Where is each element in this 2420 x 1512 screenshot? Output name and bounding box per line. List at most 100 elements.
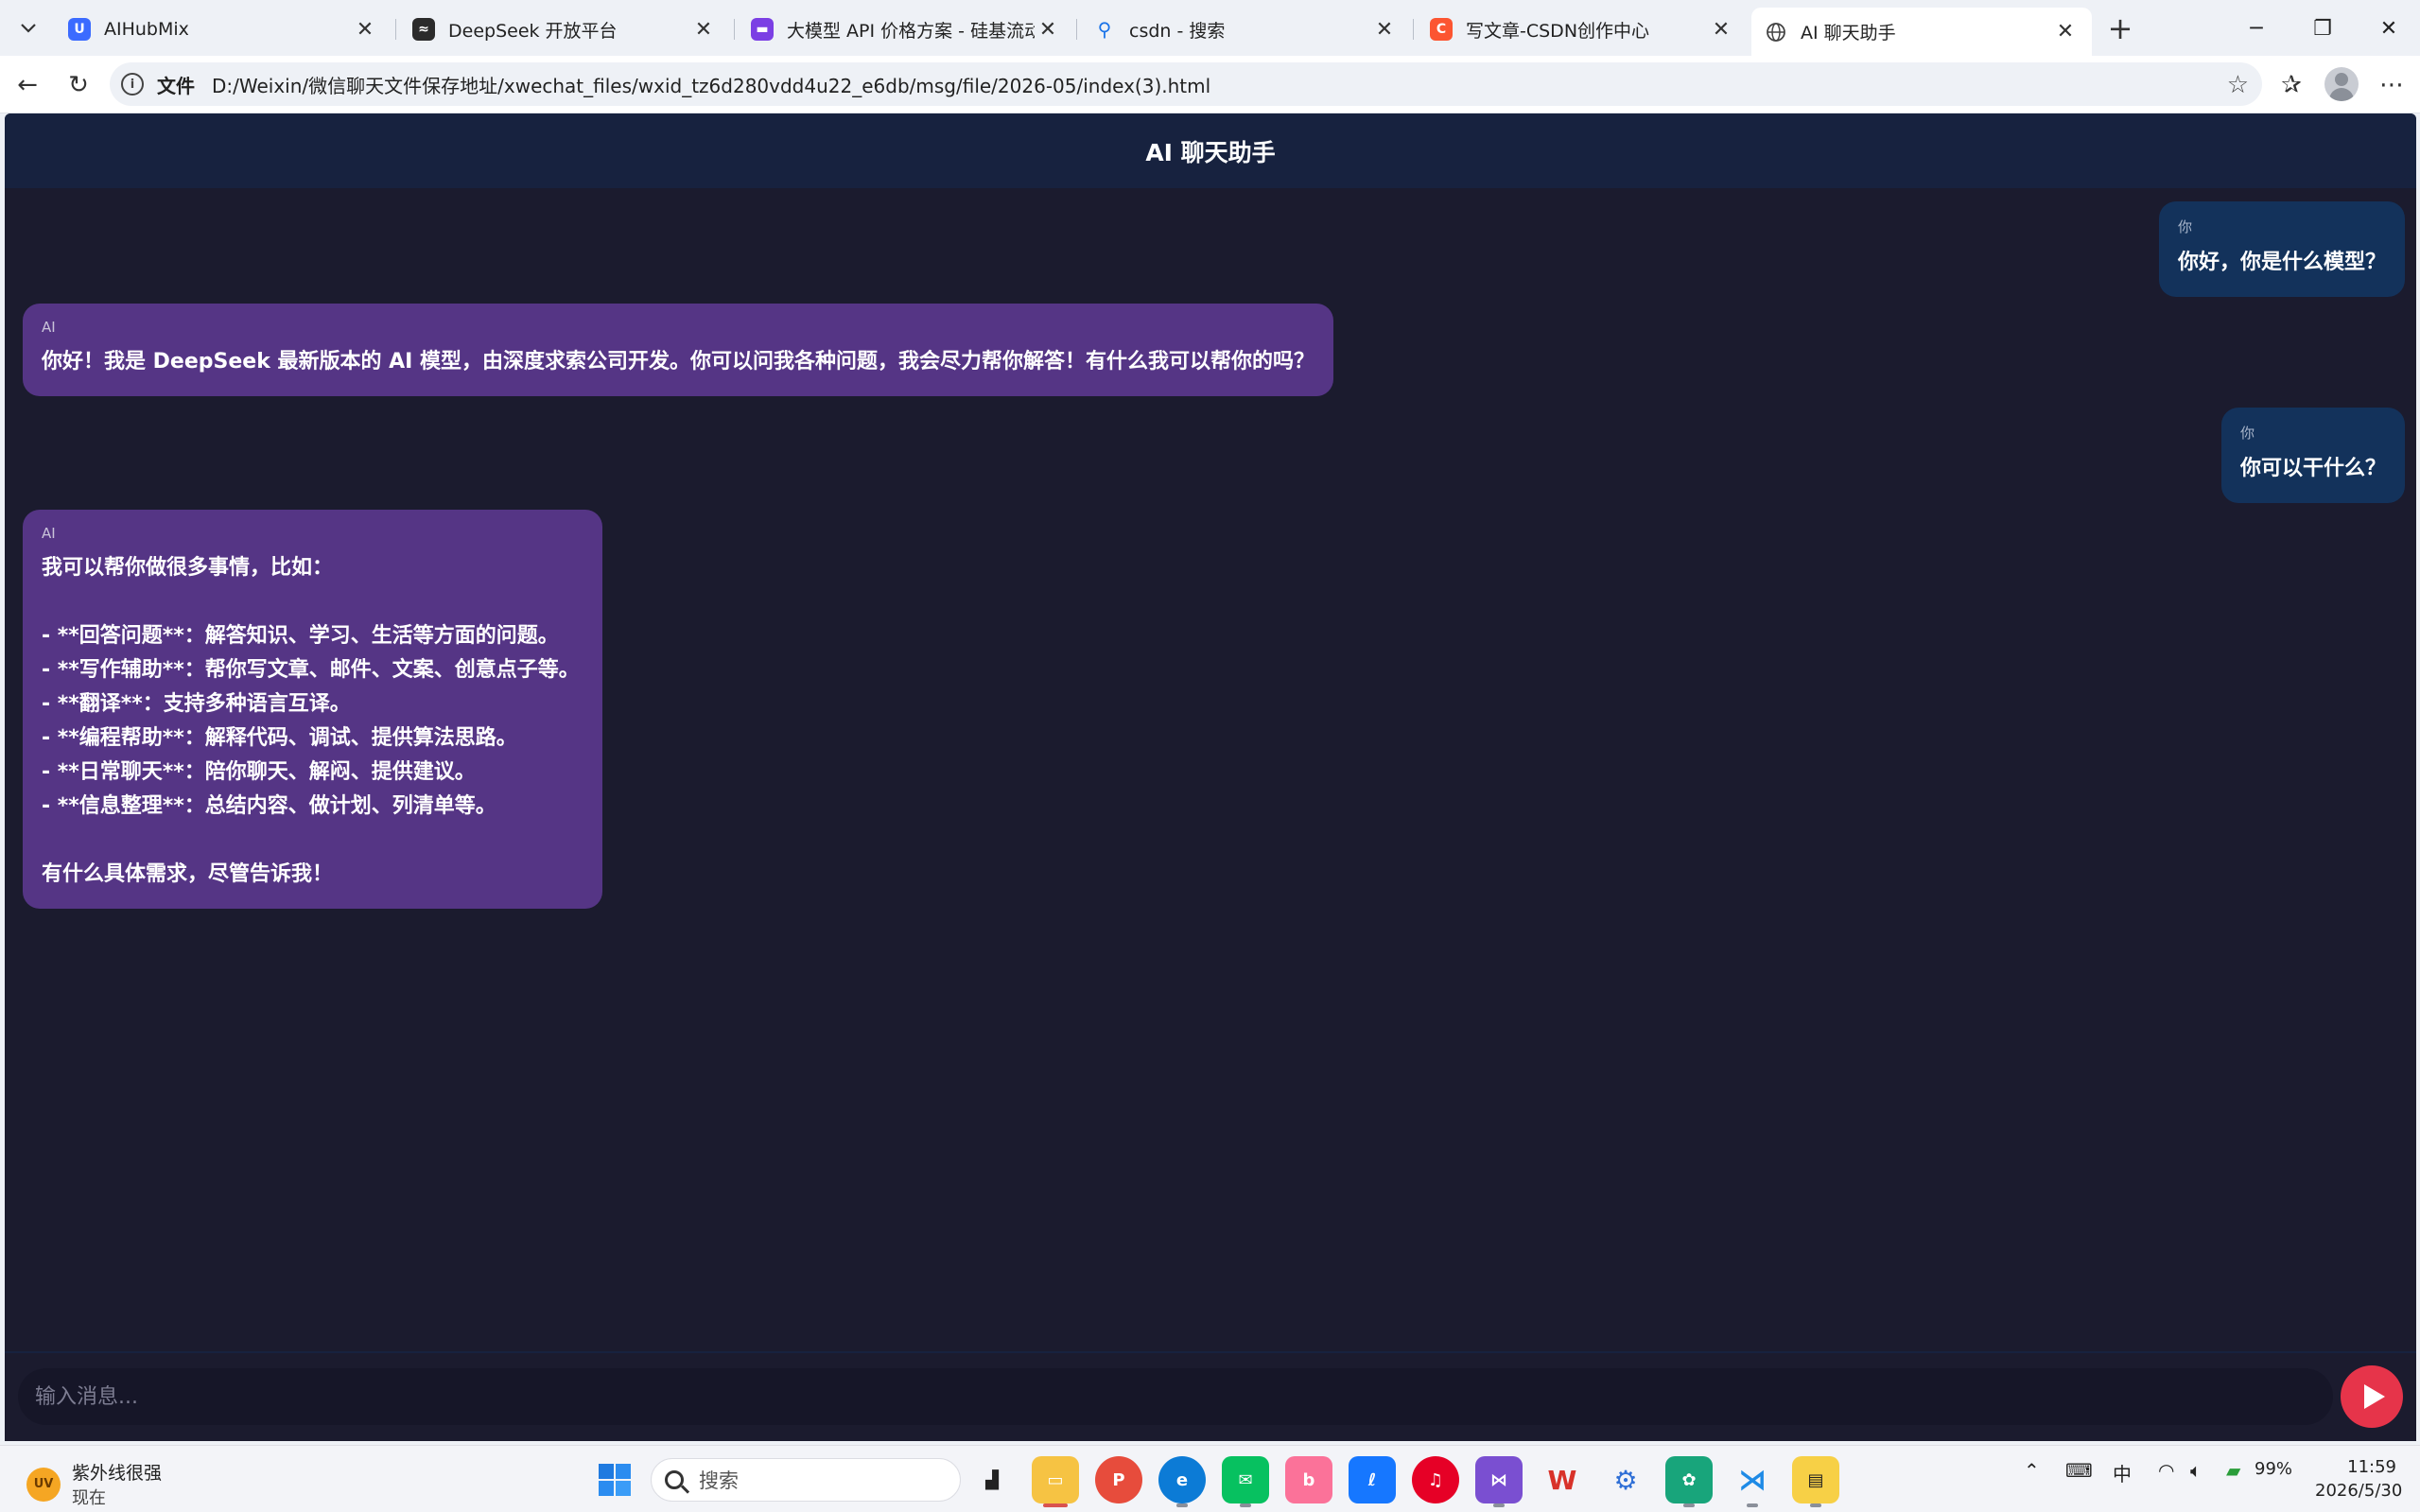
tab-csdn-search[interactable]: ⚲ csdn - 搜索 ✕ [1080, 8, 1411, 51]
battery-icon[interactable]: ▰ [2226, 1459, 2240, 1482]
search-icon: ⚲ [1097, 18, 1112, 41]
tab-aihubmix[interactable]: U AIHubMix ✕ [55, 8, 392, 51]
more-menu-button[interactable]: ⋯ [2372, 65, 2411, 105]
tab-title: 写文章-CSDN创作中心 [1466, 20, 1650, 42]
file-scheme-label: 文件 [157, 74, 195, 97]
settings-app-button[interactable]: ⚙ [1602, 1456, 1649, 1503]
deepseek-icon: ≈ [412, 18, 435, 41]
message-composer [5, 1351, 2416, 1441]
search-icon [665, 1470, 684, 1489]
vscode-icon: ⋊ [1738, 1463, 1767, 1497]
minimize-button[interactable]: ─ [2226, 8, 2287, 49]
shield-app-button[interactable]: ℓ [1349, 1456, 1396, 1503]
back-button[interactable]: ← [8, 65, 47, 105]
browser-tab-strip: U AIHubMix ✕ ≈ DeepSeek 开放平台 ✕ ▬ 大模型 API… [0, 0, 2420, 56]
profile-avatar[interactable] [2324, 67, 2359, 101]
message-text: 你好！我是 DeepSeek 最新版本的 AI 模型，由深度求索公司开发。你可以… [42, 350, 1315, 374]
sticky-notes-button[interactable]: ▤ [1792, 1456, 1839, 1507]
url-text[interactable]: D:/Weixin/微信聊天文件保存地址/xwechat_files/wxid_… [212, 71, 1210, 98]
gear-icon: ⚙ [1613, 1464, 1638, 1496]
message-text: 你可以干什么？ [2239, 457, 2386, 480]
volume-icon[interactable]: 🔈︎ [2190, 1459, 2202, 1482]
sticky-note-icon: ▤ [1807, 1469, 1824, 1490]
task-view-button[interactable]: ▟ [968, 1456, 1016, 1503]
message-sender: AI [42, 319, 56, 336]
chat-message-list: 你 你好，你是什么模型？ AI 你好！我是 DeepSeek 最新版本的 AI … [5, 188, 2416, 1351]
restore-button[interactable]: ❐ [2292, 8, 2353, 49]
page-viewport: AI 聊天助手 你 你好，你是什么模型？ AI 你好！我是 DeepSeek 最… [5, 113, 2416, 1441]
taskbar-search[interactable]: 搜索 [651, 1458, 961, 1502]
message-input[interactable] [18, 1368, 2333, 1425]
system-clock[interactable]: 11:59 2026/5/30 [2315, 1455, 2403, 1503]
page-title: AI 聊天助手 [1145, 138, 1276, 166]
chevron-up-icon[interactable]: ⌃ [2024, 1459, 2040, 1482]
close-window-button[interactable]: ✕ [2359, 8, 2419, 49]
tab-siliconflow[interactable]: ▬ 大模型 API 价格方案 - 硅基流动 Si ✕ [738, 8, 1074, 51]
start-button[interactable] [591, 1456, 638, 1503]
tab-csdn-write[interactable]: C 写文章-CSDN创作中心 ✕ [1417, 8, 1748, 51]
reload-icon: ↻ [68, 71, 89, 99]
globe-icon [1765, 21, 1787, 43]
weather-title: 紫外线很强 [72, 1463, 163, 1484]
tab-title: 大模型 API 价格方案 - 硅基流动 Si [787, 20, 1035, 42]
reload-button[interactable]: ↻ [59, 65, 98, 105]
close-icon[interactable]: ✕ [1035, 16, 1061, 43]
netease-music-button[interactable]: ♫ [1412, 1456, 1459, 1503]
keyboard-icon[interactable]: ⌨ [2065, 1459, 2093, 1482]
ime-indicator[interactable]: 中 [2113, 1459, 2132, 1486]
close-icon: ✕ [2379, 16, 2398, 41]
close-icon[interactable]: ✕ [690, 16, 717, 43]
close-icon[interactable]: ✕ [2052, 19, 2079, 45]
visual-studio-button[interactable]: ⋈ [1475, 1456, 1523, 1507]
favorites-button[interactable]: ✰ [2272, 65, 2311, 105]
close-icon[interactable]: ✕ [352, 16, 378, 43]
tab-title: AIHubMix [104, 19, 189, 40]
user-message: 你 你好，你是什么模型？ [2158, 201, 2405, 297]
chatgpt-app-button[interactable]: ✿ [1665, 1456, 1713, 1507]
csdn-icon: C [1430, 18, 1453, 41]
wifi-icon[interactable]: ◠ [2158, 1459, 2174, 1482]
task-view-icon: ▟ [985, 1469, 999, 1490]
powerpoint-button[interactable]: P [1095, 1456, 1142, 1503]
ai-app-icon: ✿ [1681, 1469, 1697, 1490]
message-text: 你好，你是什么模型？ [2177, 251, 2386, 274]
edge-button[interactable]: e [1158, 1456, 1206, 1507]
info-icon[interactable]: i [121, 73, 144, 96]
windows-icon [599, 1464, 631, 1496]
user-message: 你 你可以干什么？ [2220, 408, 2405, 503]
chevron-down-icon [21, 24, 36, 33]
visual-studio-icon: ⋈ [1490, 1469, 1507, 1490]
music-icon: ♫ [1427, 1469, 1444, 1490]
message-sender: 你 [2239, 425, 2255, 442]
address-bar[interactable]: i 文件 D:/Weixin/微信聊天文件保存地址/xwechat_files/… [110, 62, 2262, 106]
battery-percent: 99% [2255, 1459, 2293, 1479]
star-icon[interactable]: ☆ [2227, 71, 2249, 99]
weather-widget[interactable]: UV 紫外线很强 现在 [26, 1459, 162, 1509]
bilibili-button[interactable]: b [1285, 1456, 1332, 1503]
wechat-button[interactable]: ✉ [1222, 1456, 1269, 1507]
message-sender: 你 [2177, 218, 2192, 235]
send-button[interactable] [2341, 1365, 2403, 1428]
wps-button[interactable]: W [1539, 1456, 1586, 1503]
tab-actions-menu-button[interactable] [8, 11, 49, 45]
close-icon[interactable]: ✕ [1371, 16, 1398, 43]
plus-icon: + [2107, 10, 2133, 46]
new-tab-button[interactable]: + [2099, 10, 2141, 46]
bilibili-icon: b [1302, 1469, 1315, 1490]
clock-date: 2026/5/30 [2315, 1481, 2403, 1501]
more-icon: ⋯ [2379, 71, 2404, 99]
file-explorer-button[interactable]: ▭ [1032, 1456, 1079, 1507]
tab-deepseek[interactable]: ≈ DeepSeek 开放平台 ✕ [399, 8, 730, 51]
vscode-button[interactable]: ⋊ [1729, 1456, 1776, 1507]
tab-title: csdn - 搜索 [1129, 20, 1226, 42]
uv-badge: UV [26, 1467, 61, 1502]
tab-ai-chat-active[interactable]: AI 聊天助手 ✕ [1751, 8, 2092, 56]
clock-time: 11:59 [2347, 1457, 2396, 1477]
close-icon[interactable]: ✕ [1708, 16, 1734, 43]
taskbar: UV 紫外线很强 现在 搜索 ▟ ▭ P e ✉ b ℓ ♫ ⋈ W ⚙ ✿ ⋊… [0, 1445, 2420, 1512]
edge-icon: e [1175, 1469, 1189, 1490]
tab-title: AI 聊天助手 [1801, 23, 1896, 43]
wps-icon: W [1547, 1464, 1577, 1496]
browser-toolbar: ← ↻ i 文件 D:/Weixin/微信聊天文件保存地址/xwechat_fi… [0, 56, 2420, 113]
weather-subtitle: 现在 [72, 1488, 106, 1508]
